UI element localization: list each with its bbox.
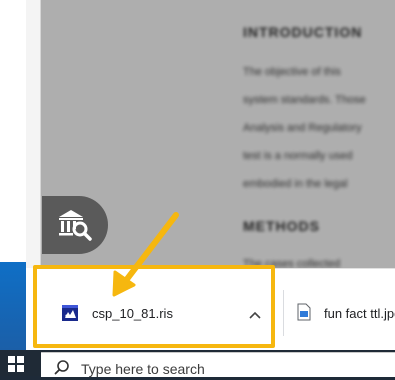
- browser-window-edge: [26, 0, 41, 268]
- windows-logo-icon[interactable]: [8, 356, 24, 372]
- search-input[interactable]: Type here to search: [81, 361, 205, 377]
- image-file-icon[interactable]: [297, 303, 311, 321]
- search-icon: [54, 359, 70, 375]
- download-item-divider: [283, 290, 284, 336]
- library-search-button[interactable]: [42, 196, 108, 254]
- download-filename[interactable]: fun fact ttl.jpg: [324, 306, 395, 321]
- library-search-icon: [59, 210, 92, 241]
- highlight-box: [33, 265, 275, 348]
- desktop-wallpaper: [0, 262, 26, 350]
